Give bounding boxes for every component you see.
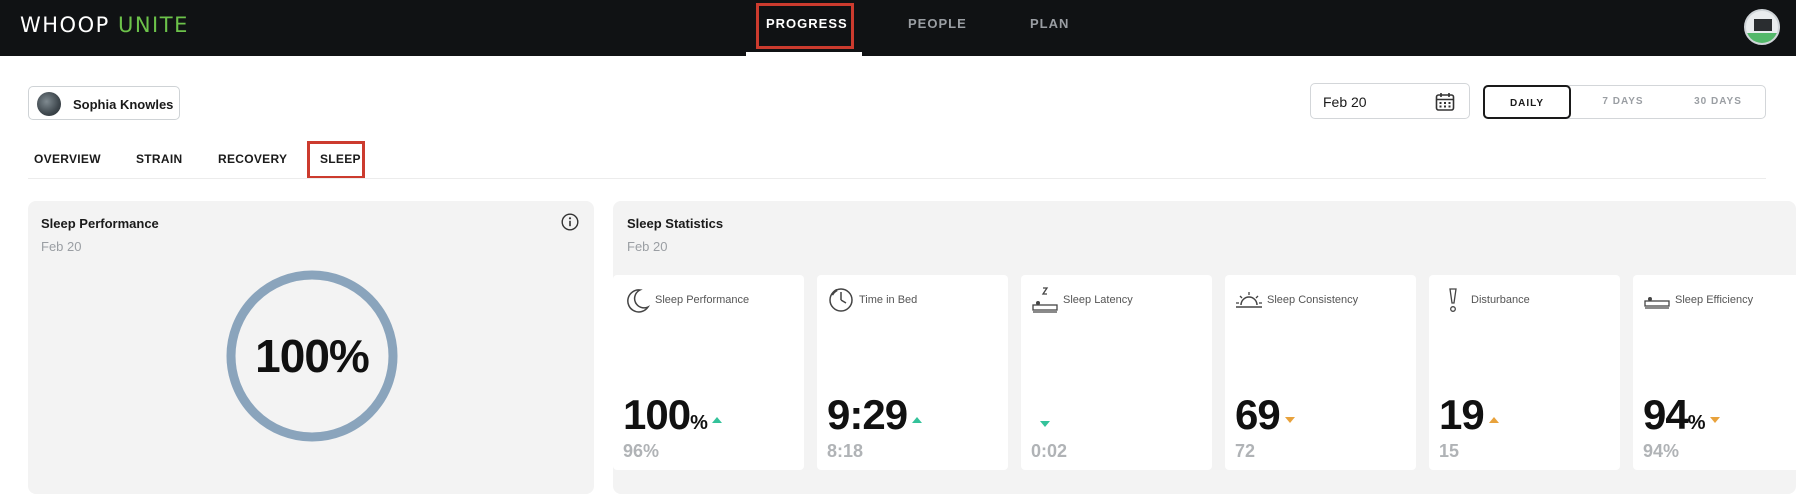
trend-up-arrow xyxy=(912,417,923,423)
tile-value-unit: % xyxy=(1687,412,1706,434)
tile-sleep-consistency[interactable]: Sleep Consistency 69 72 xyxy=(1225,275,1416,470)
sunrise-icon xyxy=(1236,292,1262,308)
range-7-days-button[interactable]: 7 DAYS xyxy=(1588,86,1658,118)
whoop-unite-logo[interactable]: WHOOP UNITE xyxy=(20,13,189,37)
tile-value: 69 xyxy=(1235,391,1295,439)
trend-down-arrow xyxy=(1040,421,1050,427)
account-avatar[interactable] xyxy=(1744,9,1780,45)
tab-recovery[interactable]: RECOVERY xyxy=(218,152,287,166)
tile-value-number: 94 xyxy=(1643,391,1689,438)
tile-baseline: 94% xyxy=(1643,441,1680,461)
tab-sleep-highlight xyxy=(307,141,365,179)
tile-label: Disturbance xyxy=(1471,294,1530,306)
tile-baseline: 15 xyxy=(1439,441,1460,461)
tile-baseline: 72 xyxy=(1235,441,1256,461)
sleep-performance-date: Feb 20 xyxy=(41,239,82,254)
range-toggle: DAILY 7 DAYS 30 DAYS xyxy=(1483,85,1766,119)
user-avatar xyxy=(37,92,61,116)
exclamation-icon xyxy=(1449,288,1457,312)
tile-label: Sleep Consistency xyxy=(1267,294,1359,306)
avatar-image-base xyxy=(1746,33,1778,43)
range-daily-button[interactable]: DAILY xyxy=(1483,85,1571,119)
tile-value: 19 xyxy=(1439,391,1499,439)
bed-icon xyxy=(1644,297,1670,309)
calendar-icon[interactable] xyxy=(1435,92,1455,112)
nav-progress-highlight xyxy=(756,3,854,49)
tile-disturbance[interactable]: Disturbance 19 15 xyxy=(1429,275,1620,470)
sleep-statistics-tiles: Sleep Performance 100% 96% Time in Bed 9… xyxy=(613,275,1796,470)
tile-label: Sleep Performance xyxy=(655,294,750,306)
tile-baseline: 8:18 xyxy=(827,441,864,461)
user-name: Sophia Knowles xyxy=(73,97,174,112)
tile-value-number: 69 xyxy=(1235,391,1281,438)
tile-time-in-bed[interactable]: Time in Bed 9:29 8:18 xyxy=(817,275,1008,470)
clock-bed-icon xyxy=(829,288,853,312)
active-nav-underline xyxy=(746,52,862,56)
info-icon[interactable] xyxy=(561,213,579,231)
tabs-divider xyxy=(28,178,1766,179)
range-30-days-button[interactable]: 30 DAYS xyxy=(1678,86,1758,118)
tile-baseline: 0:02 xyxy=(1031,441,1068,461)
tile-label: Sleep Efficiency xyxy=(1675,294,1754,306)
trend-up-arrow xyxy=(711,417,722,423)
logo-main-text: WHOOP xyxy=(20,13,110,37)
sleep-performance-value: 100% xyxy=(255,330,370,382)
user-selector-button[interactable]: Sophia Knowles xyxy=(28,86,180,120)
top-navigation-bar: WHOOP UNITE PROGRESS PEOPLE PLAN xyxy=(0,0,1796,56)
sleep-statistics-date: Feb 20 xyxy=(627,239,668,254)
tile-value: 9:29 xyxy=(827,391,923,439)
tab-strain[interactable]: STRAIN xyxy=(136,152,182,166)
sleep-performance-card: Sleep Performance Feb 20 100% xyxy=(28,201,594,494)
tile-value-number: 100 xyxy=(623,391,691,438)
sleep-statistics-card: Sleep Statistics Feb 20 Sleep Performanc… xyxy=(613,201,1796,494)
tile-value-number: 19 xyxy=(1439,391,1485,438)
tile-value: 94% xyxy=(1643,391,1720,439)
logo-accent-text: UNITE xyxy=(117,13,189,37)
sleep-performance-title: Sleep Performance xyxy=(41,216,159,231)
trend-down-arrow xyxy=(1709,417,1720,423)
moon-icon xyxy=(627,289,651,313)
tile-label: Sleep Latency xyxy=(1063,294,1133,306)
trend-up-arrow xyxy=(1488,417,1499,423)
tile-sleep-latency[interactable]: Sleep Latency 0:02 xyxy=(1021,275,1212,470)
tile-label: Time in Bed xyxy=(859,294,918,306)
tile-value-number: 9:29 xyxy=(827,391,908,438)
avatar-image-screen xyxy=(1754,19,1772,31)
sleep-latency-icon xyxy=(1032,287,1058,313)
tile-baseline: 96% xyxy=(623,441,660,461)
date-picker[interactable]: Feb 20 xyxy=(1310,83,1470,119)
nav-people[interactable]: PEOPLE xyxy=(908,16,967,31)
tile-value-unit: % xyxy=(690,412,708,434)
tile-value: 100% xyxy=(623,391,722,439)
date-picker-value: Feb 20 xyxy=(1323,94,1367,110)
tab-overview[interactable]: OVERVIEW xyxy=(34,152,101,166)
nav-plan[interactable]: PLAN xyxy=(1030,16,1069,31)
tile-sleep-performance[interactable]: Sleep Performance 100% 96% xyxy=(613,275,804,470)
sleep-statistics-title: Sleep Statistics xyxy=(627,216,724,231)
tile-sleep-efficiency[interactable]: Sleep Efficiency 94% 94% xyxy=(1633,275,1796,470)
trend-down-arrow xyxy=(1284,417,1295,423)
